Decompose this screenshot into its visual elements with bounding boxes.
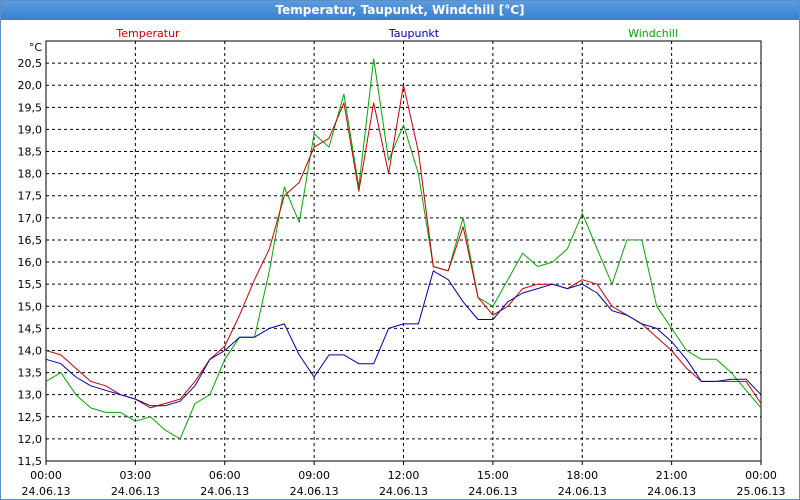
y-tick-label: 17,5 [18,190,43,203]
x-tick-date: 25.06.13 [737,485,786,498]
x-tick-date: 24.06.13 [558,485,607,498]
x-tick-date: 24.06.13 [111,485,160,498]
x-tick-time: 06:00 [209,469,241,482]
y-tick-label: 18,5 [18,146,43,159]
x-tick-date: 24.06.13 [468,485,517,498]
y-tick-label: 19,0 [18,123,43,136]
x-tick-date: 24.06.13 [200,485,249,498]
legend-item-windchill: Windchill [628,27,678,40]
chart-grid [46,41,761,461]
legend: Temperatur Taupunkt Windchill [115,27,678,40]
y-tick-label: 20,5 [18,57,43,70]
chart-area: 11,5 12,0 12,5 13,0 13,5 14,0 14,5 15,0 15,5 16,0… [18,27,786,498]
x-tick-time: 15:00 [477,469,509,482]
y-tick-label: 15,0 [18,300,43,313]
y-tick-label: 14,5 [18,322,43,335]
x-axis: 00:00 24.06.13 03:00 24.06.13 06:00 24.06.13 0… [22,461,786,498]
x-tick-time: 09:00 [298,469,330,482]
x-tick-time: 03:00 [120,469,152,482]
y-tick-label: 12,0 [18,433,43,446]
x-tick-date: 24.06.13 [290,485,339,498]
legend-item-taupunkt: Taupunkt [388,27,440,40]
x-tick-time: 00:00 [30,469,62,482]
y-tick-label: 14,0 [18,344,43,357]
y-unit-label: °C [29,41,43,54]
x-tick-date: 24.06.13 [22,485,71,498]
y-axis: 11,5 12,0 12,5 13,0 13,5 14,0 14,5 15,0 15,5 16,0… [18,41,43,468]
y-tick-label: 13,5 [18,367,43,380]
x-tick-date: 24.06.13 [379,485,428,498]
x-tick-time: 00:00 [745,469,777,482]
y-tick-label: 15,5 [18,278,43,291]
x-tick-time: 21:00 [656,469,688,482]
y-tick-label: 17,0 [18,212,43,225]
chart-window: Temperatur, Taupunkt, Windchill [°C] 11,… [0,0,800,500]
y-tick-label: 13,0 [18,389,43,402]
y-tick-label: 20,0 [18,79,43,92]
x-tick-time: 12:00 [388,469,420,482]
x-tick-time: 18:00 [566,469,598,482]
x-tick-date: 24.06.13 [647,485,696,498]
y-tick-label: 18,0 [18,168,43,181]
y-tick-label: 16,0 [18,256,43,269]
y-tick-label: 12,5 [18,411,43,424]
legend-item-temperatur: Temperatur [115,27,180,40]
y-tick-label: 11,5 [18,455,43,468]
window-title: Temperatur, Taupunkt, Windchill [°C] [1,1,799,20]
y-tick-label: 16,5 [18,234,43,247]
y-tick-label: 19,5 [18,101,43,114]
